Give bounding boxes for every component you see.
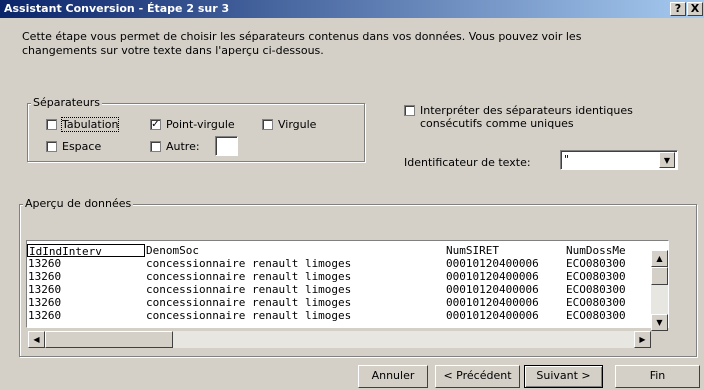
other-checkbox-label[interactable]: Autre: bbox=[166, 140, 200, 153]
space-checkbox-label[interactable]: Espace bbox=[62, 140, 101, 153]
consecutive-checkbox[interactable]: Interpréter des séparateurs identiques c… bbox=[404, 104, 633, 130]
scroll-up-arrow-icon[interactable]: ▲ bbox=[651, 250, 668, 267]
consecutive-checkbox-label[interactable]: Interpréter des séparateurs identiques c… bbox=[420, 104, 633, 130]
text-qualifier-value: " bbox=[564, 153, 570, 166]
vertical-scroll-thumb[interactable] bbox=[651, 267, 668, 285]
consecutive-label-line-2[interactable]: consécutifs comme uniques bbox=[420, 117, 633, 130]
separators-legend: Séparateurs bbox=[31, 96, 103, 109]
space-checkbox[interactable]: Espace bbox=[46, 140, 101, 153]
intro-text: Cette étape vous permet de choisir les s… bbox=[22, 30, 662, 58]
column-header-numdossme[interactable]: NumDossMe bbox=[565, 244, 645, 257]
dropdown-arrow-icon[interactable]: ▼ bbox=[659, 152, 675, 168]
table-cell[interactable]: 00010120400006 bbox=[445, 309, 565, 322]
text-qualifier-select[interactable]: " ▼ bbox=[560, 150, 678, 170]
table-cell[interactable]: concessionnaire renault limoges bbox=[145, 257, 445, 270]
table-cell[interactable]: 13260 bbox=[27, 257, 145, 270]
scroll-left-arrow-icon[interactable]: ◀ bbox=[28, 331, 45, 348]
table-cell[interactable]: 00010120400006 bbox=[445, 296, 565, 309]
tab-checkbox-label[interactable]: Tabulation bbox=[60, 117, 120, 132]
other-separator-input[interactable] bbox=[215, 136, 238, 156]
table-cell[interactable]: ECO080300 bbox=[565, 283, 645, 296]
help-button[interactable]: ? bbox=[670, 2, 686, 16]
comma-checkbox-box[interactable] bbox=[262, 119, 273, 130]
close-button[interactable]: X bbox=[687, 2, 703, 16]
separators-group bbox=[27, 103, 365, 162]
comma-checkbox-label[interactable]: Virgule bbox=[278, 118, 316, 131]
window-title: Assistant Conversion - Étape 2 sur 3 bbox=[4, 2, 230, 15]
preview-legend: Aperçu de données bbox=[23, 197, 134, 210]
column-header-idindinterv[interactable]: IdIndInterv bbox=[27, 244, 145, 257]
horizontal-scrollbar[interactable]: ◀ ▶ bbox=[28, 331, 651, 348]
text-qualifier-label: Identificateur de texte: bbox=[404, 156, 531, 169]
table-cell[interactable]: concessionnaire renault limoges bbox=[145, 270, 445, 283]
scroll-down-arrow-icon[interactable]: ▼ bbox=[651, 314, 668, 331]
table-cell[interactable]: concessionnaire renault limoges bbox=[145, 309, 445, 322]
table-cell[interactable]: 00010120400006 bbox=[445, 283, 565, 296]
table-cell[interactable]: ECO080300 bbox=[565, 270, 645, 283]
previous-button[interactable]: < Précédent bbox=[435, 365, 520, 388]
intro-line-1: Cette étape vous permet de choisir les s… bbox=[22, 30, 582, 43]
semicolon-checkbox[interactable]: ✓ Point-virgule bbox=[150, 118, 235, 131]
semicolon-checkbox-box[interactable]: ✓ bbox=[150, 119, 161, 130]
table-cell[interactable]: ECO080300 bbox=[565, 309, 645, 322]
table-cell[interactable]: ECO080300 bbox=[565, 296, 645, 309]
column-header-denomsoc[interactable]: DenomSoc bbox=[145, 244, 445, 257]
space-checkbox-box[interactable] bbox=[46, 141, 57, 152]
table-cell[interactable]: ECO080300 bbox=[565, 257, 645, 270]
cancel-button[interactable]: Annuler bbox=[358, 365, 428, 388]
scroll-right-arrow-icon[interactable]: ▶ bbox=[634, 331, 651, 348]
title-bar: Assistant Conversion - Étape 2 sur 3 ? X bbox=[0, 0, 704, 18]
finish-button[interactable]: Fin bbox=[615, 365, 700, 388]
intro-line-2: changements sur votre texte dans l'aperç… bbox=[22, 44, 324, 57]
consecutive-label-line-1[interactable]: Interpréter des séparateurs identiques bbox=[420, 104, 633, 117]
table-cell[interactable]: 00010120400006 bbox=[445, 270, 565, 283]
table-cell[interactable]: 13260 bbox=[27, 270, 145, 283]
other-checkbox[interactable]: Autre: bbox=[150, 140, 200, 153]
table-cell[interactable]: 13260 bbox=[27, 283, 145, 296]
vertical-scrollbar[interactable]: ▲ ▼ bbox=[651, 250, 668, 331]
column-header-numsiret[interactable]: NumSIRET bbox=[445, 244, 565, 257]
data-preview-grid[interactable]: IdIndInterv DenomSoc NumSIRET NumDossMe … bbox=[26, 240, 669, 328]
consecutive-checkbox-box[interactable] bbox=[404, 105, 415, 116]
table-cell[interactable]: 13260 bbox=[27, 296, 145, 309]
tab-checkbox-box[interactable] bbox=[46, 119, 57, 130]
table-cell[interactable]: 13260 bbox=[27, 309, 145, 322]
semicolon-checkbox-label[interactable]: Point-virgule bbox=[166, 118, 235, 131]
tab-checkbox[interactable]: Tabulation bbox=[46, 117, 120, 132]
comma-checkbox[interactable]: Virgule bbox=[262, 118, 316, 131]
table-cell[interactable]: concessionnaire renault limoges bbox=[145, 296, 445, 309]
table-cell[interactable]: 00010120400006 bbox=[445, 257, 565, 270]
horizontal-scroll-thumb[interactable] bbox=[45, 331, 173, 348]
table-cell[interactable]: concessionnaire renault limoges bbox=[145, 283, 445, 296]
conversion-wizard-dialog: Assistant Conversion - Étape 2 sur 3 ? X… bbox=[0, 0, 704, 390]
next-button[interactable]: Suivant > bbox=[524, 365, 603, 388]
other-checkbox-box[interactable] bbox=[150, 141, 161, 152]
